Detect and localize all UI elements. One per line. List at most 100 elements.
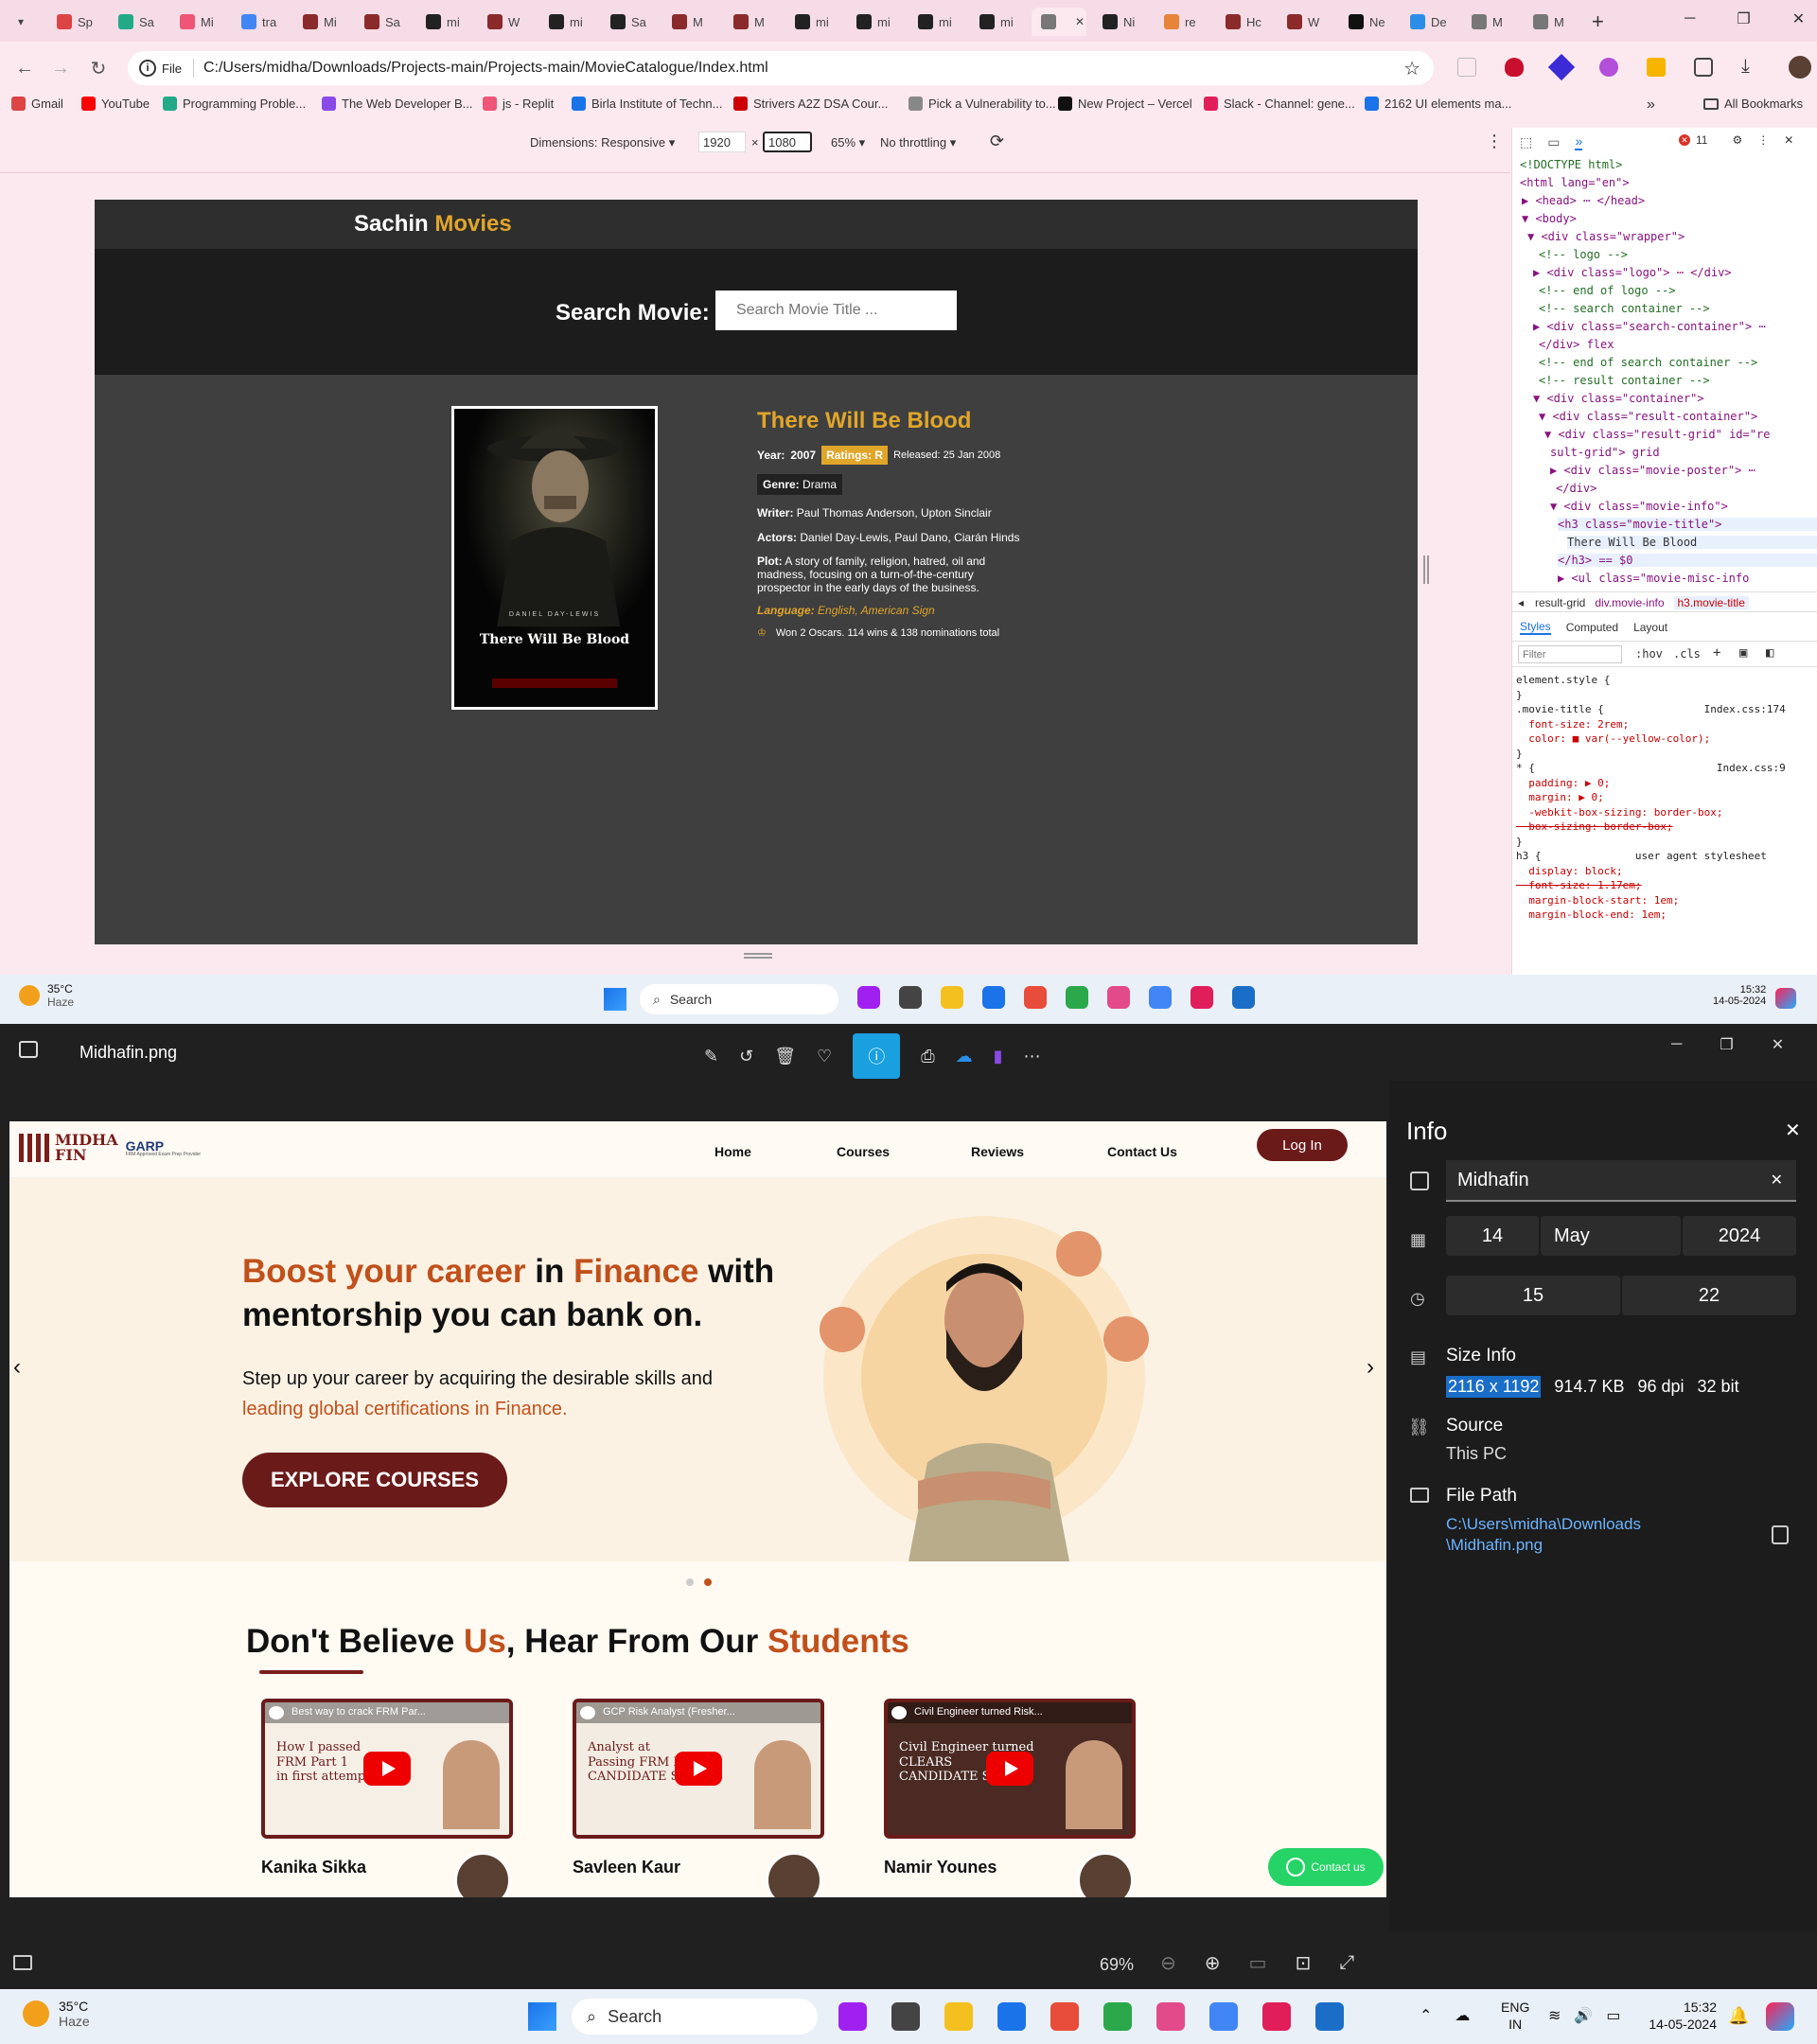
onedrive-icon[interactable]: ☁ [1455,2006,1470,2025]
css-line[interactable]: * { Index.css:9 [1516,761,1817,776]
dom-node[interactable]: <!-- logo --> [1539,248,1628,261]
nav-link[interactable]: Reviews [971,1144,1024,1159]
favorite-icon[interactable]: ♡ [817,1047,832,1066]
device-toggle-icon[interactable]: ▭ [1547,134,1560,150]
taskbar-app-icon[interactable] [1315,2002,1344,2031]
dom-node[interactable]: ▼ <div class="container"> [1533,392,1704,405]
breadcrumb-item[interactable]: div.movie-info [1595,596,1664,609]
bookmark-item[interactable]: Birla Institute of Techn... [572,97,723,111]
search-input[interactable] [715,291,957,330]
tab-active[interactable]: ✕ [1032,8,1086,36]
weather-icon[interactable] [19,985,40,1006]
dimensions-select[interactable]: Dimensions: Responsive ▾ [530,135,675,150]
browser-tab[interactable]: mi [416,8,471,36]
resize-handle-right[interactable] [1423,555,1429,584]
browser-tab[interactable]: tra [232,8,287,36]
browser-tab[interactable]: W [478,8,533,36]
bookmark-item[interactable]: Pick a Vulnerability to... [908,97,1056,111]
dom-node[interactable]: ▼ <div class="result-grid" id="re [1544,428,1770,441]
bookmark-item[interactable]: js - Replit [483,97,554,111]
dom-node[interactable]: sult-grid"> grid [1550,446,1660,459]
paint-icon[interactable]: ▣ [1739,645,1747,661]
browser-tab[interactable]: Hc [1216,8,1271,36]
carousel-prev-icon[interactable]: ‹ [13,1354,21,1381]
taskbar-app-icon[interactable] [944,2002,973,2031]
css-line[interactable]: font-size: 2rem; [1516,717,1817,732]
download-icon[interactable]: ⤓ [1741,57,1760,77]
styles-tab[interactable]: Computed [1566,621,1618,634]
date-year[interactable]: 2024 [1683,1216,1796,1256]
taskbar-app-icon[interactable] [1103,2002,1132,2031]
onedrive-icon[interactable]: ☁ [956,1047,973,1066]
testimonial-video[interactable]: GCP Risk Analyst (Fresher... Analyst at Pa… [573,1699,824,1839]
dom-node[interactable]: <!-- end of logo --> [1539,284,1676,297]
devtools-close-icon[interactable]: ✕ [1784,133,1793,147]
settings-gear-icon[interactable]: ⚙ [1732,133,1742,147]
dom-node[interactable]: ▼ <div class="result-container"> [1539,410,1757,423]
extension-icon[interactable] [1457,57,1476,77]
bookmark-item[interactable]: Programming Proble... [163,97,306,111]
dom-node[interactable]: ▶ <div class="movie-poster"> ⋯ [1550,464,1755,477]
minimize-icon[interactable]: ─ [1685,10,1695,27]
filmstrip-icon[interactable] [13,1955,32,1970]
taskbar-app-icon[interactable] [1209,2002,1238,2031]
taskbar-app-icon[interactable] [997,2002,1026,2031]
rotate-icon[interactable]: ↺ [739,1047,753,1066]
width-input[interactable]: 1920 [698,132,746,152]
bookmark-item[interactable]: Gmail [11,97,63,111]
taskbar-app-icon[interactable] [1156,2002,1185,2031]
carousel-dot[interactable] [686,1578,694,1586]
dom-node[interactable]: <!-- result container --> [1539,374,1710,387]
reload-icon[interactable]: ↻ [85,55,112,81]
login-button[interactable]: Log In [1257,1129,1348,1161]
url-text[interactable]: C:/Users/midha/Downloads/Projects-main/P… [203,60,768,77]
volume-icon[interactable]: 🔊 [1574,2006,1593,2025]
css-line[interactable]: margin-block-start: 1em; [1516,893,1817,908]
fit-icon[interactable]: ▭ [1249,1951,1267,1975]
browser-tab[interactable]: mi [908,8,963,36]
tab-search-icon[interactable]: ▾ [9,11,32,32]
print-icon[interactable]: ⎙ [921,1047,934,1066]
browser-tab[interactable]: De [1401,8,1455,36]
zoom-select[interactable]: 65% ▾ [831,135,865,150]
windows-start-icon[interactable] [604,988,626,1011]
css-line[interactable]: } [1516,747,1817,762]
browser-tab[interactable]: M [1462,8,1517,36]
bookmark-item[interactable]: 2162 UI elements ma... [1365,97,1511,111]
breadcrumb-item[interactable]: h3.movie-title [1673,596,1749,609]
zoom-out-icon[interactable]: ⊖ [1160,1951,1176,1975]
play-button-icon[interactable] [986,1752,1033,1786]
copy-path-icon[interactable] [1772,1525,1789,1544]
time-hour[interactable]: 15 [1446,1276,1620,1315]
taskbar-app-icon[interactable] [1107,986,1130,1009]
restore-icon[interactable]: ❐ [1737,9,1750,28]
css-line[interactable]: margin-block-end: 1em; [1516,907,1817,923]
dom-node[interactable]: ▼ <div class="wrapper"> [1527,230,1685,243]
browser-tab[interactable]: Ni [1093,8,1148,36]
bookmark-item[interactable]: The Web Developer B... [322,97,473,111]
browser-tab[interactable]: mi [847,8,902,36]
taskbar-app-icon[interactable] [1024,986,1047,1009]
extension-icon[interactable] [1647,57,1666,77]
dom-node[interactable]: ▼ <div class="movie-info"> [1550,500,1728,513]
css-line[interactable]: color: ■ var(--yellow-color); [1516,731,1817,747]
bookmark-item[interactable]: Strivers A2Z DSA Cour... [733,97,888,111]
date-day[interactable]: 14 [1446,1216,1539,1256]
device-menu-icon[interactable]: ⋮ [1486,132,1503,151]
nav-link[interactable]: Home [714,1144,751,1159]
devtools-menu-icon[interactable]: ⋮ [1757,133,1769,147]
copilot-icon[interactable] [1775,988,1796,1009]
taskbar-search[interactable]: ⌕ Search [572,1999,818,2035]
resize-handle-bottom[interactable] [744,953,772,959]
site-logo[interactable]: Sachin Movies [354,211,512,238]
tray-chevron-icon[interactable]: ⌃ [1420,2006,1432,2025]
hov-toggle[interactable]: :hov [1635,647,1663,661]
css-line[interactable]: display: block; [1516,864,1817,879]
extensions-puzzle-icon[interactable] [1694,57,1713,77]
all-bookmarks[interactable]: All Bookmarks [1703,97,1803,111]
browser-tab[interactable]: M [724,8,779,36]
address-bar[interactable]: i File C:/Users/midha/Downloads/Projects… [128,51,1434,85]
info-close-icon[interactable]: ✕ [1785,1119,1801,1142]
copilot-icon[interactable] [1766,2002,1794,2031]
browser-tab[interactable]: Sp [47,8,102,36]
